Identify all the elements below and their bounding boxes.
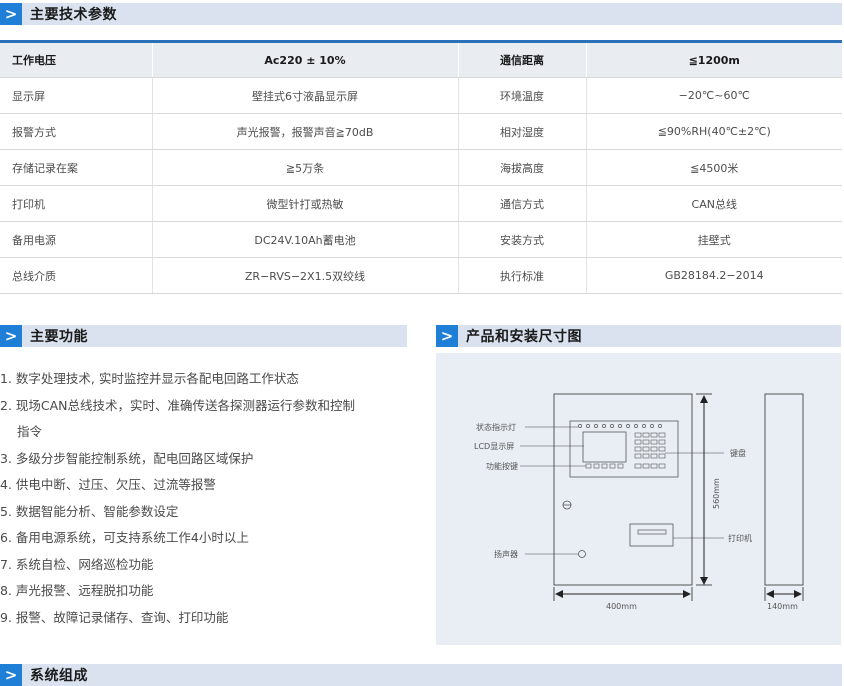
table-cell: 壁挂式6寸液晶显示屏: [151, 77, 458, 114]
table-cell: 通信距离: [457, 41, 586, 78]
table-cell: Ac220 ± 10%: [151, 41, 458, 78]
section-header-params: > 主要技术参数: [0, 3, 842, 25]
cabinet-front: [553, 393, 693, 586]
list-item: 7. 系统自检、网络巡检功能: [0, 556, 154, 572]
table-cell: 报警方式: [0, 113, 152, 150]
installation-diagram: 状态指示灯 LCD显示屏 功能按键 扬声器 键盘 打印机 560mm 400mm…: [436, 353, 841, 645]
section-header-system: > 系统组成: [0, 664, 842, 686]
list-item: 4. 供电中断、过压、欠压、过流等报警: [0, 477, 216, 492]
printer: [629, 523, 674, 547]
table-cell: 挂壁式: [585, 221, 842, 258]
table-cell: 相对湿度: [457, 113, 586, 150]
function-keys: [585, 463, 624, 469]
table-cell: ≦90%RH(40℃±2℃): [585, 113, 842, 150]
table-cell: DC24V.10Ah蓄电池: [151, 221, 458, 258]
table-row: 显示屏 壁挂式6寸液晶显示屏 环境温度 −20℃~60℃: [0, 77, 842, 114]
table-cell: 海拔高度: [457, 149, 586, 186]
label-function-keys: 功能按键: [486, 461, 518, 471]
chevron-right-icon: >: [0, 3, 22, 25]
label-status-light: 状态指示灯: [476, 422, 516, 432]
label-lcd: LCD显示屏: [474, 442, 514, 451]
list-item: 3. 多级分步智能控制系统，配电回路区域保护: [0, 450, 254, 466]
table-cell: ≧5万条: [151, 149, 458, 186]
chevron-right-icon: >: [0, 325, 22, 347]
dimension-depth-label: 140mm: [767, 602, 798, 611]
table-cell: 执行标准: [457, 257, 586, 294]
table-row: 报警方式 声光报警，报警声音≧70dB 相对湿度 ≦90%RH(40℃±2℃): [0, 113, 842, 150]
section-title: 主要技术参数: [30, 7, 117, 23]
table-cell: 环境温度: [457, 77, 586, 114]
list-item: 9. 报警、故障记录储存、查询、打印功能: [0, 609, 229, 625]
printer-slot: [637, 529, 667, 535]
table-cell: ≦4500米: [585, 149, 842, 186]
table-header-row: 工作电压 Ac220 ± 10% 通信距离 ≦1200m: [0, 41, 842, 78]
specs-table: 工作电压 Ac220 ± 10% 通信距离 ≦1200m 显示屏 壁挂式6寸液晶…: [0, 40, 842, 294]
section-title: 主要功能: [30, 329, 88, 345]
label-speaker: 扬声器: [494, 549, 518, 559]
list-item: 8. 声光报警、远程脱扣功能: [0, 583, 154, 598]
list-item: 5. 数据智能分析、智能参数设定: [0, 503, 179, 519]
table-cell: 总线介质: [0, 257, 152, 294]
dimension-drawing: 状态指示灯 LCD显示屏 功能按键 扬声器 键盘 打印机 560mm 400mm…: [474, 393, 804, 611]
label-printer: 打印机: [728, 533, 752, 543]
table-row: 备用电源 DC24V.10Ah蓄电池 安装方式 挂壁式: [0, 221, 842, 258]
table-cell: 通信方式: [457, 185, 586, 222]
section-title: 产品和安装尺寸图: [466, 329, 582, 345]
section-title: 系统组成: [30, 668, 88, 684]
lcd-screen: [582, 431, 627, 463]
table-cell: ZR−RVS−2X1.5双绞线: [151, 257, 458, 294]
table-cell: 存储记录在案: [0, 149, 152, 186]
table-cell: 打印机: [0, 185, 152, 222]
section-header-diagram: > 产品和安装尺寸图: [436, 325, 841, 347]
control-panel: [569, 420, 679, 478]
table-cell: 工作电压: [0, 41, 152, 78]
speaker: [578, 550, 586, 558]
list-item: 6. 备用电源系统，可支持系统工作4小时以上: [0, 530, 249, 545]
table-cell: 显示屏: [0, 77, 152, 114]
dimension-height-label: 560mm: [712, 478, 721, 509]
list-item: 1. 数字处理技术, 实时监控并显示各配电回路工作状态: [0, 371, 299, 386]
list-item: 指令: [17, 424, 43, 439]
dimension-width-label: 400mm: [606, 602, 637, 611]
list-item: 2. 现场CAN总线技术，实时、准确传送各探测器运行参数和控制: [0, 397, 356, 413]
table-cell: ≦1200m: [585, 41, 842, 78]
section-header-functions: > 主要功能: [0, 325, 407, 347]
cabinet-side: [764, 393, 804, 586]
functions-list: 1. 数字处理技术, 实时监控并显示各配电回路工作状态 2. 现场CAN总线技术…: [0, 366, 420, 631]
table-cell: 微型针打或热敏: [151, 185, 458, 222]
table-row: 总线介质 ZR−RVS−2X1.5双绞线 执行标准 GB28184.2−2014: [0, 257, 842, 294]
table-cell: 备用电源: [0, 221, 152, 258]
table-cell: CAN总线: [585, 185, 842, 222]
chevron-right-icon: >: [436, 325, 458, 347]
table-cell: −20℃~60℃: [585, 77, 842, 114]
keypad: [634, 432, 666, 469]
table-row: 打印机 微型针打或热敏 通信方式 CAN总线: [0, 185, 842, 222]
table-row: 存储记录在案 ≧5万条 海拔高度 ≦4500米: [0, 149, 842, 186]
table-cell: 安装方式: [457, 221, 586, 258]
lock-icon: [562, 500, 572, 510]
chevron-right-icon: >: [0, 664, 22, 686]
label-keypad: 键盘: [730, 448, 746, 458]
status-lights: [578, 424, 662, 428]
table-cell: GB28184.2−2014: [585, 257, 842, 294]
table-cell: 声光报警，报警声音≧70dB: [151, 113, 458, 150]
